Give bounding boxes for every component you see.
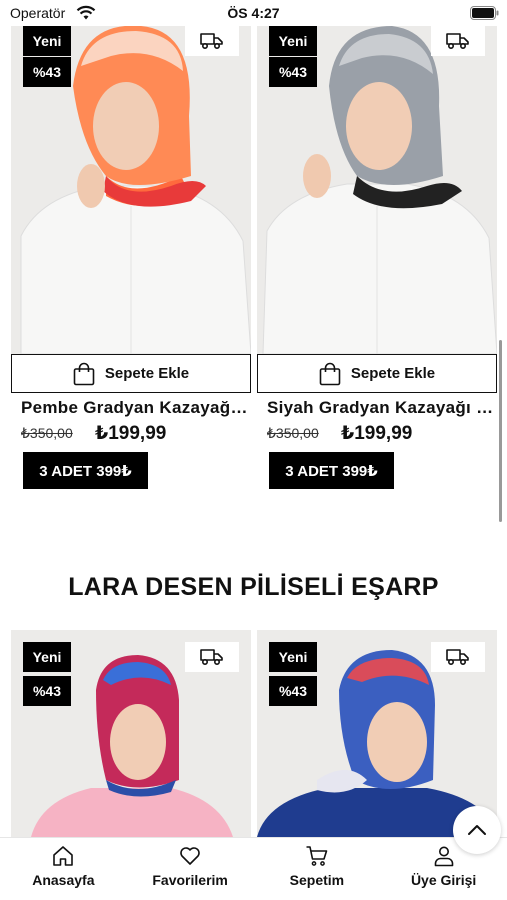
user-icon — [434, 846, 453, 867]
scrollbar[interactable] — [499, 340, 502, 522]
bottom-nav: Anasayfa Favorilerim Sepetim Üye Girişi — [0, 837, 507, 900]
scroll-to-top-button[interactable] — [453, 806, 501, 854]
heart-icon — [180, 847, 200, 865]
nav-label: Favorilerim — [152, 872, 228, 888]
shipping-badge — [185, 26, 239, 56]
promo-badge: 3 ADET 399₺ — [23, 452, 148, 489]
shipping-badge — [185, 642, 239, 672]
shipping-badge — [431, 26, 485, 56]
new-badge: Yeni — [23, 642, 71, 672]
nav-label: Üye Girişi — [410, 872, 477, 888]
new-badge: Yeni — [23, 26, 71, 56]
chevron-up-icon — [468, 825, 486, 835]
nav-label: Anasayfa — [32, 872, 95, 888]
price: ₺199,99 — [95, 423, 167, 444]
discount-badge: %43 — [23, 57, 71, 87]
product-name[interactable]: Siyah Gradyan Kazayağı Desen Eşarp — [267, 398, 495, 418]
discount-badge: %43 — [23, 676, 71, 706]
product-image[interactable]: Yeni %43 — [11, 26, 251, 354]
nav-item-cart[interactable]: Sepetim — [254, 838, 381, 900]
status-bar: Operatör ÖS 4:27 — [0, 0, 507, 26]
discount-badge: %43 — [269, 676, 317, 706]
truck-icon — [446, 649, 469, 666]
old-price: ₺350,00 — [267, 425, 319, 441]
battery-icon — [470, 6, 499, 20]
add-to-cart-button[interactable]: Sepete Ekle — [11, 354, 251, 393]
section-title: LARA DESEN PİLİSELİ EŞARP — [68, 573, 439, 601]
discount-badge: %43 — [269, 57, 317, 87]
product-image[interactable]: Yeni %43 — [257, 26, 497, 354]
product-name[interactable]: Pembe Gradyan Kazayağı Desen Eşarp — [21, 398, 249, 418]
truck-icon — [200, 649, 223, 666]
shopping-bag-icon — [73, 362, 95, 385]
price: ₺199,99 — [341, 423, 413, 444]
nav-item-home[interactable]: Anasayfa — [0, 838, 127, 900]
add-to-cart-button[interactable]: Sepete Ekle — [257, 354, 497, 393]
product-image[interactable]: Yeni %43 — [257, 630, 497, 837]
old-price: ₺350,00 — [21, 425, 73, 441]
cart-icon — [306, 846, 328, 866]
add-to-cart-label: Sepete Ekle — [350, 365, 436, 382]
new-badge: Yeni — [269, 26, 317, 56]
truck-icon — [446, 33, 469, 50]
shopping-bag-icon — [319, 362, 341, 385]
add-to-cart-label: Sepete Ekle — [104, 365, 190, 382]
truck-icon — [200, 33, 223, 50]
shipping-badge — [431, 642, 485, 672]
product-image[interactable]: Yeni %43 — [11, 630, 251, 837]
home-icon — [53, 846, 74, 866]
status-time: ÖS 4:27 — [227, 5, 280, 21]
nav-item-favorites[interactable]: Favorilerim — [127, 838, 254, 900]
nav-label: Sepetim — [289, 872, 345, 888]
promo-badge: 3 ADET 399₺ — [269, 452, 394, 489]
new-badge: Yeni — [269, 642, 317, 672]
